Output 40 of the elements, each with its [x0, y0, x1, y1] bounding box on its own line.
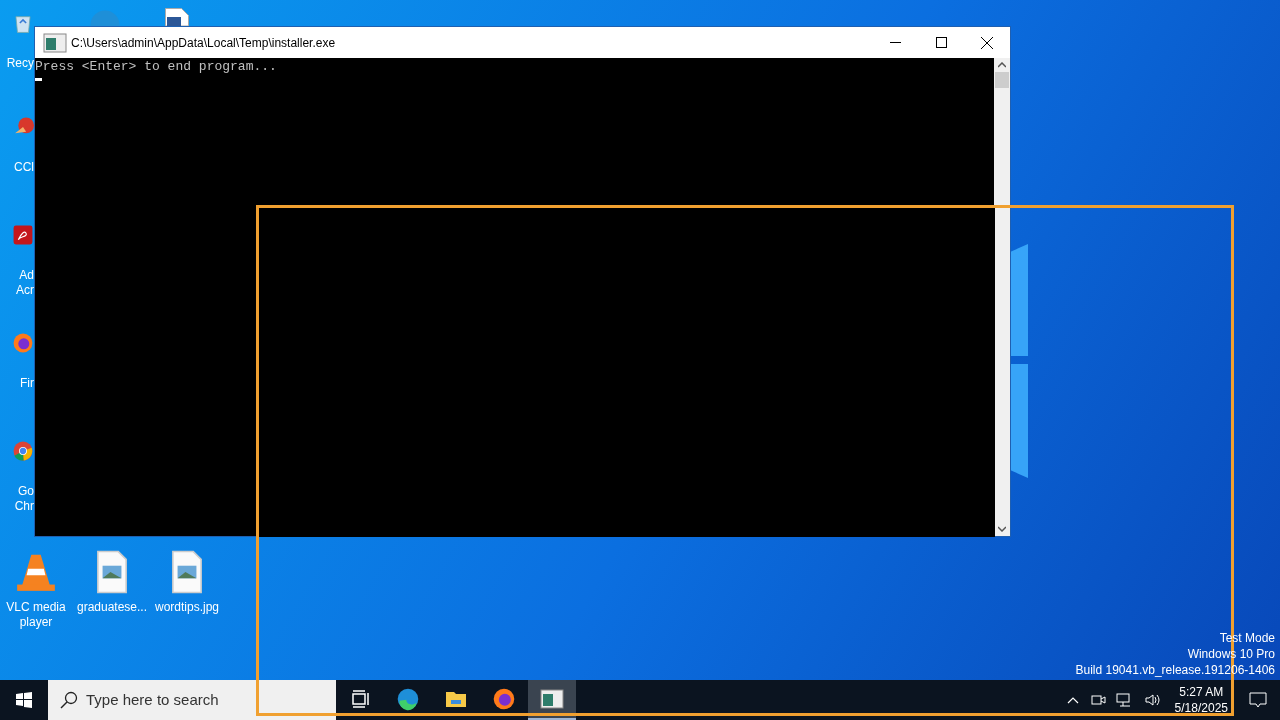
window-title: C:\Users\admin\AppData\Local\Temp\installer.exe — [71, 34, 336, 52]
scroll-down-icon — [998, 526, 1006, 532]
maximize-icon — [935, 37, 947, 48]
scroll-up-icon — [998, 62, 1006, 68]
search-bar[interactable]: Type here to search — [48, 680, 336, 720]
console-text: Press <Enter> to end program... — [35, 59, 277, 75]
firefox-icon — [492, 687, 516, 711]
minimize-icon — [889, 41, 901, 44]
console-window-icon — [540, 688, 564, 710]
chrome-icon — [12, 440, 34, 462]
clock[interactable]: 5:27 AM 5/18/2025 — [1166, 684, 1236, 716]
icon-label[interactable]: Acr — [16, 283, 34, 298]
browser-icon — [396, 687, 420, 711]
icon-label[interactable]: Ad — [19, 268, 34, 283]
search-field[interactable]: Type here to search — [86, 688, 306, 712]
taskbar-app-button[interactable] — [528, 680, 576, 720]
icon-label[interactable]: player — [19, 615, 53, 630]
windows-icon — [16, 692, 32, 708]
chevron-up-icon[interactable] — [1066, 696, 1079, 704]
time-text: 5:27 AM — [1179, 684, 1224, 700]
volume-icon[interactable] — [1143, 692, 1162, 708]
icon-label[interactable]: VLC media — [6, 600, 66, 615]
icon-label[interactable]: wordtips.jpg — [155, 600, 219, 615]
console-window-icon — [43, 31, 67, 54]
firefox-icon — [12, 332, 34, 354]
scroll-thumb[interactable] — [995, 72, 1009, 88]
notification-icon — [1249, 691, 1267, 709]
icon-label[interactable]: CCl — [14, 160, 34, 175]
icon-label[interactable]: Chr — [14, 499, 34, 514]
scrollbar[interactable] — [994, 58, 1010, 536]
icon-label[interactable]: Go — [18, 484, 34, 499]
icon-label[interactable]: graduatese... — [76, 600, 148, 615]
camera-icon[interactable] — [1089, 692, 1106, 708]
date-text: 5/18/2025 — [1174, 700, 1228, 716]
task-view-icon — [350, 689, 370, 709]
icon-label[interactable]: Fir — [20, 376, 34, 391]
pdf-reader-icon — [12, 224, 34, 246]
icon-label[interactable]: Recy — [6, 56, 34, 71]
close-icon — [981, 36, 993, 49]
search-icon — [60, 691, 78, 709]
